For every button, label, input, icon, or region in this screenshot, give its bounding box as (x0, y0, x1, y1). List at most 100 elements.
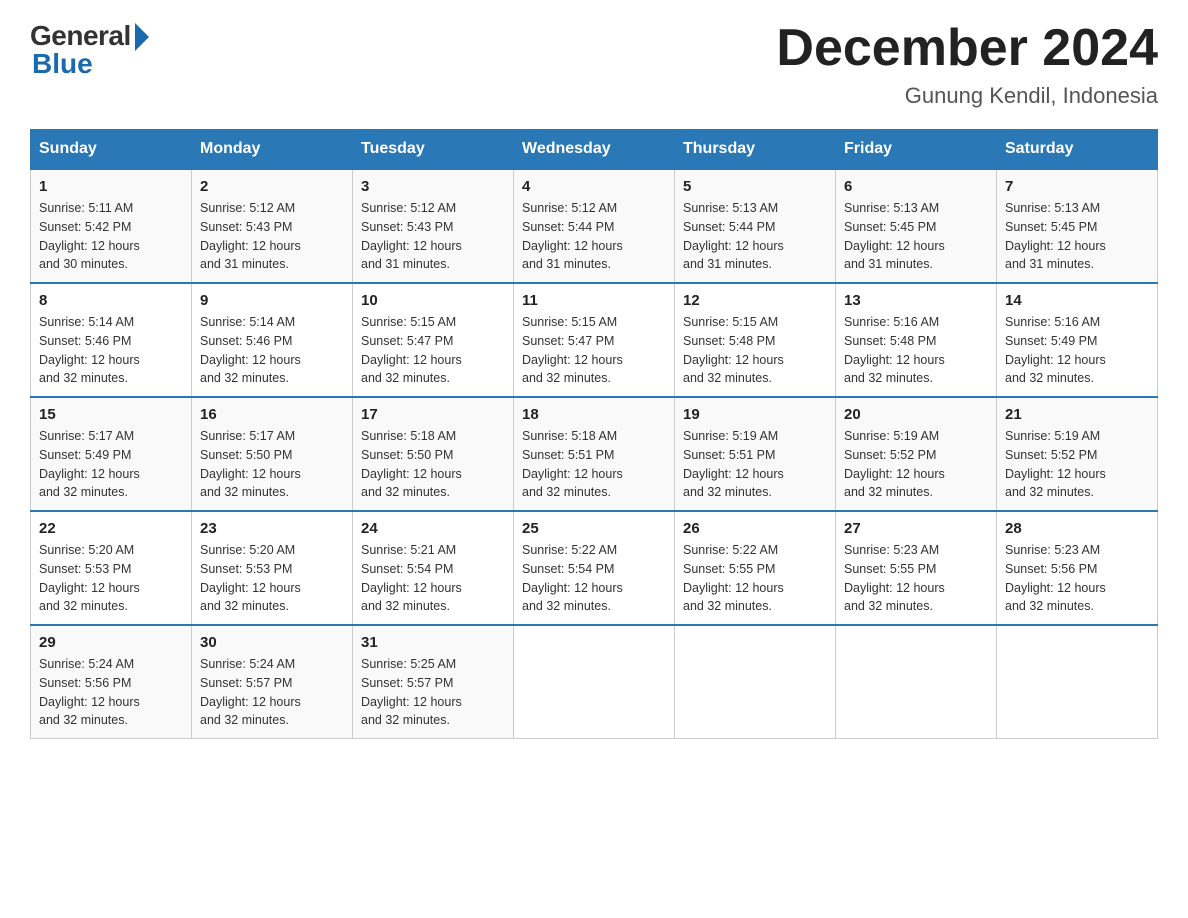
day-number: 18 (522, 406, 666, 423)
column-header-wednesday: Wednesday (514, 130, 675, 170)
location-subtitle: Gunung Kendil, Indonesia (776, 83, 1158, 109)
day-info: Sunrise: 5:13 AMSunset: 5:45 PMDaylight:… (1005, 199, 1149, 274)
day-number: 28 (1005, 520, 1149, 537)
calendar-cell: 18Sunrise: 5:18 AMSunset: 5:51 PMDayligh… (514, 397, 675, 511)
calendar-cell: 5Sunrise: 5:13 AMSunset: 5:44 PMDaylight… (675, 169, 836, 283)
calendar-cell: 24 Sunrise: 5:21 AMSunset: 5:54 PMDayligh… (353, 511, 514, 625)
day-number: 29 (39, 634, 183, 651)
calendar-cell: 12 Sunrise: 5:15 AMSunset: 5:48 PMDayligh… (675, 283, 836, 397)
day-info: Sunrise: 5:20 AMSunset: 5:53 PMDaylight:… (200, 541, 344, 616)
day-number: 26 (683, 520, 827, 537)
day-number: 8 (39, 292, 183, 309)
day-info: Sunrise: 5:15 AMSunset: 5:47 PMDaylight:… (361, 313, 505, 388)
day-info: Sunrise: 5:18 AMSunset: 5:50 PMDaylight:… (361, 427, 505, 502)
calendar-cell: 16Sunrise: 5:17 AMSunset: 5:50 PMDayligh… (192, 397, 353, 511)
day-number: 14 (1005, 292, 1149, 309)
column-header-thursday: Thursday (675, 130, 836, 170)
calendar-cell: 27 Sunrise: 5:23 AMSunset: 5:55 PMDayligh… (836, 511, 997, 625)
day-number: 24 (361, 520, 505, 537)
day-number: 4 (522, 178, 666, 195)
calendar-cell: 19Sunrise: 5:19 AMSunset: 5:51 PMDayligh… (675, 397, 836, 511)
calendar-cell: 9Sunrise: 5:14 AMSunset: 5:46 PMDaylight… (192, 283, 353, 397)
day-number: 17 (361, 406, 505, 423)
day-number: 6 (844, 178, 988, 195)
day-info: Sunrise: 5:12 AMSunset: 5:43 PMDaylight:… (200, 199, 344, 274)
calendar-cell: 13 Sunrise: 5:16 AMSunset: 5:48 PMDayligh… (836, 283, 997, 397)
day-info: Sunrise: 5:24 AMSunset: 5:56 PMDaylight:… (39, 655, 183, 730)
day-number: 13 (844, 292, 988, 309)
calendar-cell (675, 625, 836, 739)
day-info: Sunrise: 5:19 AMSunset: 5:51 PMDaylight:… (683, 427, 827, 502)
calendar-week-row: 1Sunrise: 5:11 AMSunset: 5:42 PMDaylight… (31, 169, 1158, 283)
day-info: Sunrise: 5:15 AMSunset: 5:48 PMDaylight:… (683, 313, 827, 388)
calendar-cell: 10 Sunrise: 5:15 AMSunset: 5:47 PMDayligh… (353, 283, 514, 397)
calendar-cell: 28Sunrise: 5:23 AMSunset: 5:56 PMDayligh… (997, 511, 1158, 625)
day-number: 10 (361, 292, 505, 309)
calendar-cell: 1Sunrise: 5:11 AMSunset: 5:42 PMDaylight… (31, 169, 192, 283)
day-info: Sunrise: 5:11 AMSunset: 5:42 PMDaylight:… (39, 199, 183, 274)
day-info: Sunrise: 5:17 AMSunset: 5:50 PMDaylight:… (200, 427, 344, 502)
calendar-cell: 2Sunrise: 5:12 AMSunset: 5:43 PMDaylight… (192, 169, 353, 283)
calendar-cell: 29 Sunrise: 5:24 AMSunset: 5:56 PMDayligh… (31, 625, 192, 739)
day-info: Sunrise: 5:20 AMSunset: 5:53 PMDaylight:… (39, 541, 183, 616)
column-header-sunday: Sunday (31, 130, 192, 170)
day-info: Sunrise: 5:13 AMSunset: 5:44 PMDaylight:… (683, 199, 827, 274)
day-number: 22 (39, 520, 183, 537)
calendar-cell: 15 Sunrise: 5:17 AMSunset: 5:49 PMDayligh… (31, 397, 192, 511)
calendar-cell: 31 Sunrise: 5:25 AMSunset: 5:57 PMDayligh… (353, 625, 514, 739)
day-number: 20 (844, 406, 988, 423)
month-title: December 2024 (776, 20, 1158, 77)
column-header-monday: Monday (192, 130, 353, 170)
calendar-week-row: 29 Sunrise: 5:24 AMSunset: 5:56 PMDayligh… (31, 625, 1158, 739)
day-info: Sunrise: 5:17 AMSunset: 5:49 PMDaylight:… (39, 427, 183, 502)
calendar-table: SundayMondayTuesdayWednesdayThursdayFrid… (30, 129, 1158, 739)
logo: General Blue (30, 20, 149, 80)
title-section: December 2024 Gunung Kendil, Indonesia (776, 20, 1158, 109)
day-info: Sunrise: 5:12 AMSunset: 5:44 PMDaylight:… (522, 199, 666, 274)
day-number: 15 (39, 406, 183, 423)
column-header-friday: Friday (836, 130, 997, 170)
calendar-cell: 14 Sunrise: 5:16 AMSunset: 5:49 PMDayligh… (997, 283, 1158, 397)
calendar-cell: 30 Sunrise: 5:24 AMSunset: 5:57 PMDayligh… (192, 625, 353, 739)
column-header-saturday: Saturday (997, 130, 1158, 170)
column-header-tuesday: Tuesday (353, 130, 514, 170)
calendar-cell (997, 625, 1158, 739)
day-info: Sunrise: 5:19 AMSunset: 5:52 PMDaylight:… (844, 427, 988, 502)
calendar-cell: 6 Sunrise: 5:13 AMSunset: 5:45 PMDaylight… (836, 169, 997, 283)
day-number: 27 (844, 520, 988, 537)
calendar-cell: 4 Sunrise: 5:12 AMSunset: 5:44 PMDaylight… (514, 169, 675, 283)
day-info: Sunrise: 5:13 AMSunset: 5:45 PMDaylight:… (844, 199, 988, 274)
day-info: Sunrise: 5:22 AMSunset: 5:55 PMDaylight:… (683, 541, 827, 616)
day-info: Sunrise: 5:16 AMSunset: 5:49 PMDaylight:… (1005, 313, 1149, 388)
day-info: Sunrise: 5:21 AMSunset: 5:54 PMDaylight:… (361, 541, 505, 616)
day-number: 21 (1005, 406, 1149, 423)
calendar-cell: 17 Sunrise: 5:18 AMSunset: 5:50 PMDayligh… (353, 397, 514, 511)
calendar-cell: 25Sunrise: 5:22 AMSunset: 5:54 PMDayligh… (514, 511, 675, 625)
calendar-cell: 26 Sunrise: 5:22 AMSunset: 5:55 PMDayligh… (675, 511, 836, 625)
logo-arrow-icon (135, 23, 149, 51)
day-info: Sunrise: 5:24 AMSunset: 5:57 PMDaylight:… (200, 655, 344, 730)
calendar-cell: 21Sunrise: 5:19 AMSunset: 5:52 PMDayligh… (997, 397, 1158, 511)
calendar-cell (514, 625, 675, 739)
logo-blue-text: Blue (32, 48, 93, 80)
day-info: Sunrise: 5:23 AMSunset: 5:55 PMDaylight:… (844, 541, 988, 616)
page-header: General Blue December 2024 Gunung Kendil… (30, 20, 1158, 109)
calendar-cell: 7 Sunrise: 5:13 AMSunset: 5:45 PMDaylight… (997, 169, 1158, 283)
day-number: 3 (361, 178, 505, 195)
calendar-cell (836, 625, 997, 739)
day-number: 7 (1005, 178, 1149, 195)
day-number: 25 (522, 520, 666, 537)
calendar-cell: 8 Sunrise: 5:14 AMSunset: 5:46 PMDaylight… (31, 283, 192, 397)
calendar-week-row: 15 Sunrise: 5:17 AMSunset: 5:49 PMDayligh… (31, 397, 1158, 511)
calendar-week-row: 22 Sunrise: 5:20 AMSunset: 5:53 PMDayligh… (31, 511, 1158, 625)
day-info: Sunrise: 5:14 AMSunset: 5:46 PMDaylight:… (39, 313, 183, 388)
day-number: 11 (522, 292, 666, 309)
day-number: 12 (683, 292, 827, 309)
calendar-cell: 3Sunrise: 5:12 AMSunset: 5:43 PMDaylight… (353, 169, 514, 283)
day-info: Sunrise: 5:15 AMSunset: 5:47 PMDaylight:… (522, 313, 666, 388)
calendar-cell: 20 Sunrise: 5:19 AMSunset: 5:52 PMDayligh… (836, 397, 997, 511)
day-info: Sunrise: 5:25 AMSunset: 5:57 PMDaylight:… (361, 655, 505, 730)
day-info: Sunrise: 5:16 AMSunset: 5:48 PMDaylight:… (844, 313, 988, 388)
day-number: 30 (200, 634, 344, 651)
day-number: 31 (361, 634, 505, 651)
